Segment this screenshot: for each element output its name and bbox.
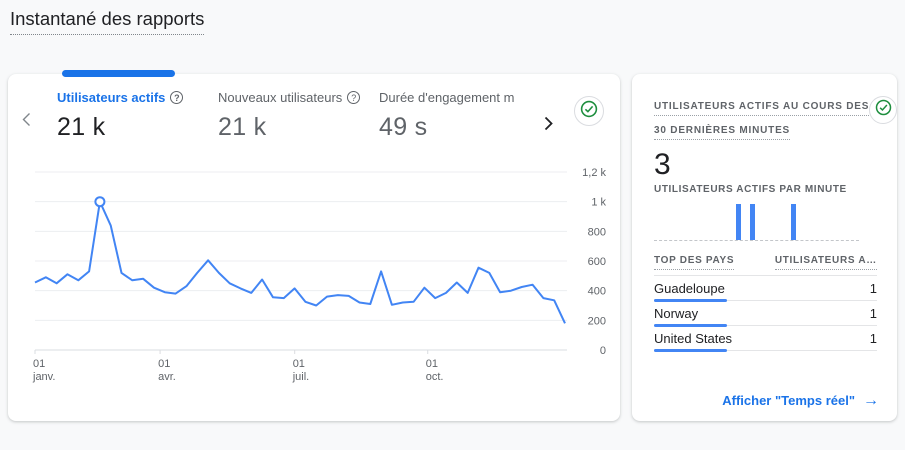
y-axis-label: 600 (588, 256, 606, 268)
minute-bar (750, 204, 755, 240)
check-circle-icon (580, 100, 598, 123)
table-row: United States 1 (654, 326, 877, 351)
help-icon[interactable]: ? (347, 91, 360, 104)
metrics-carousel: Utilisateurs actifs ? 21 k Nouveaux util… (57, 90, 540, 142)
data-quality-button[interactable] (574, 96, 604, 126)
x-axis-label: oct. (426, 371, 444, 383)
y-axis-label: 0 (600, 345, 606, 357)
x-axis-label: janv. (32, 371, 55, 383)
country-name: Guadeloupe (654, 281, 725, 296)
view-realtime-label: Afficher "Temps réel" (722, 393, 855, 408)
country-name: Norway (654, 306, 698, 321)
minute-bar (736, 204, 741, 240)
country-value: 1 (870, 331, 877, 346)
active-users-count: 3 (654, 151, 877, 179)
table-row: Guadeloupe 1 (654, 276, 877, 301)
view-realtime-link[interactable]: Afficher "Temps réel" → (722, 393, 879, 408)
row-bar (654, 349, 727, 352)
metric-label: Utilisateurs actifs (57, 90, 165, 105)
line-series (35, 202, 565, 324)
x-axis-label: 01 (158, 358, 170, 370)
column-header-users: UTILISATEURS A… (775, 255, 877, 270)
chevron-right-icon (544, 118, 553, 135)
page-title: Instantané des rapports (10, 8, 204, 35)
metric-engagement-time[interactable]: Durée d'engagement m 49 s (379, 90, 540, 142)
x-axis-label: juil. (292, 371, 310, 383)
top-countries-table: TOP DES PAYS UTILISATEURS A… Guadeloupe … (654, 255, 877, 351)
active-users-line-chart: 1,2 k1 k800600400200001janv.01avr.01juil… (26, 166, 612, 386)
table-row: Norway 1 (654, 301, 877, 326)
realtime-title: UTILISATEURS ACTIFS AU COURS DES 30 DERN… (654, 96, 869, 144)
x-axis-label: avr. (158, 371, 176, 383)
metric-value: 21 k (218, 113, 379, 142)
metric-value: 21 k (57, 113, 218, 142)
x-axis-label: 01 (426, 358, 438, 370)
country-value: 1 (870, 306, 877, 321)
y-axis-label: 400 (588, 286, 606, 298)
minute-bar (791, 204, 796, 240)
users-per-minute-chart (654, 203, 859, 241)
metric-value: 49 s (379, 113, 540, 142)
realtime-card: UTILISATEURS ACTIFS AU COURS DES 30 DERN… (632, 74, 897, 421)
country-name: United States (654, 331, 732, 346)
carousel-next-button[interactable] (544, 116, 553, 131)
help-icon[interactable]: ? (170, 91, 183, 104)
check-circle-icon (875, 99, 892, 121)
country-value: 1 (870, 281, 877, 296)
y-axis-label: 800 (588, 226, 606, 238)
y-axis-label: 1,2 k (582, 167, 606, 179)
carousel-tab-indicator (62, 70, 175, 77)
y-axis-label: 1 k (591, 197, 606, 209)
y-axis-label: 200 (588, 315, 606, 327)
carousel-prev-button[interactable] (22, 112, 31, 127)
data-point-marker (95, 197, 104, 206)
arrow-right-icon: → (863, 394, 879, 407)
x-axis-label: 01 (293, 358, 305, 370)
metric-label: Nouveaux utilisateurs (218, 90, 342, 105)
column-header-country: TOP DES PAYS (654, 255, 734, 270)
metric-active-users[interactable]: Utilisateurs actifs ? 21 k (57, 90, 218, 142)
metric-label: Durée d'engagement m (379, 90, 514, 105)
overview-card: Utilisateurs actifs ? 21 k Nouveaux util… (8, 74, 620, 421)
realtime-title-line2: 30 DERNIÈRES MINUTES (654, 125, 790, 140)
x-axis-label: 01 (33, 358, 45, 370)
data-quality-button[interactable] (869, 96, 897, 124)
chevron-left-icon (22, 114, 31, 131)
per-minute-label: UTILISATEURS ACTIFS PAR MINUTE (654, 184, 877, 195)
metric-new-users[interactable]: Nouveaux utilisateurs ? 21 k (218, 90, 379, 142)
realtime-title-line1: UTILISATEURS ACTIFS AU COURS DES (654, 101, 869, 116)
